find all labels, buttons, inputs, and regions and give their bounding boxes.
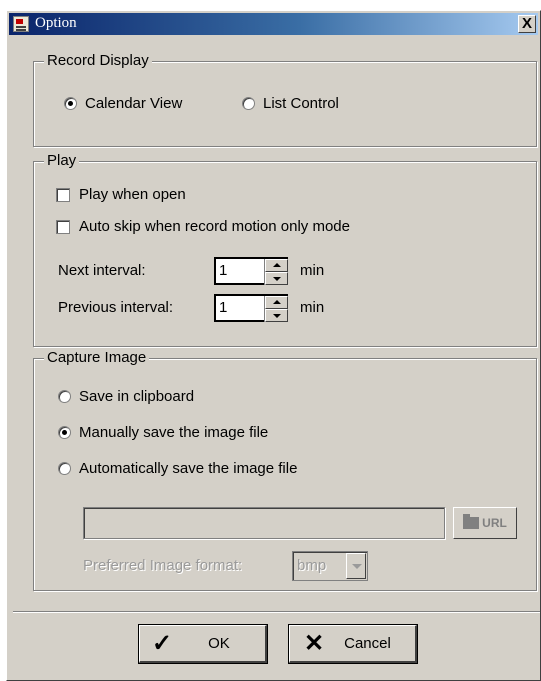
ok-button-label: OK [208,635,230,652]
radio-auto-save[interactable]: Automatically save the image file [58,460,297,477]
record-display-legend: Record Display [44,52,152,70]
radio-auto-save-indicator[interactable] [58,462,71,475]
radio-calendar-view[interactable]: Calendar View [64,95,182,112]
checkbox-auto-skip-box[interactable] [56,219,70,234]
divider [13,611,540,613]
close-button[interactable]: X [518,15,536,33]
folder-icon [463,514,480,529]
capture-image-legend: Capture Image [44,349,150,367]
previous-interval-down-arrow-icon[interactable] [265,309,288,322]
checkbox-play-when-open[interactable]: Play when open [56,186,186,203]
radio-calendar-view-label: Calendar View [85,95,183,112]
radio-list-control-indicator[interactable] [242,97,255,110]
radio-save-clipboard-label: Save in clipboard [79,388,195,405]
app-icon [13,16,29,32]
chevron-down-icon[interactable] [346,553,366,579]
radio-manual-save-indicator[interactable] [58,426,71,439]
previous-interval-spinner[interactable]: 1 [214,294,288,322]
next-interval-label: Next interval: [58,262,146,279]
radio-list-control[interactable]: List Control [242,95,339,112]
ok-button[interactable]: ✓ OK [138,624,268,664]
next-interval-value[interactable]: 1 [219,262,227,279]
image-format-value[interactable]: bmp [297,557,326,574]
next-interval-unit: min [300,262,325,279]
url-button-label: URL [482,516,507,530]
checkbox-play-when-open-box[interactable] [56,187,70,202]
play-legend: Play [44,152,80,170]
radio-auto-save-label: Automatically save the image file [79,460,298,477]
next-interval-spinner[interactable]: 1 [214,257,288,285]
next-interval-up-arrow-icon[interactable] [265,259,288,272]
radio-manual-save[interactable]: Manually save the image file [58,424,268,441]
radio-save-clipboard[interactable]: Save in clipboard [58,388,194,405]
play-group: Play Play when open Auto skip when recor… [33,152,537,347]
previous-interval-unit: min [300,299,325,316]
radio-list-control-label: List Control [263,95,339,112]
record-display-group: Record Display Calendar View List Contro… [33,52,537,147]
cancel-button[interactable]: ✕ Cancel [288,624,418,664]
image-format-label: Preferred Image format: [83,557,243,574]
checkbox-play-when-open-label: Play when open [79,186,186,203]
save-path-input[interactable] [83,507,445,539]
checkbox-auto-skip[interactable]: Auto skip when record motion only mode [56,218,350,235]
previous-interval-value[interactable]: 1 [219,299,227,316]
previous-interval-up-arrow-icon[interactable] [265,296,288,309]
next-interval-down-arrow-icon[interactable] [265,272,288,285]
url-browse-button[interactable]: URL [453,507,517,539]
title-bar[interactable]: Option X [9,13,538,35]
checkmark-icon: ✓ [152,629,173,657]
option-dialog: Option X Record Display Calendar View Li… [6,10,541,681]
dialog-title: Option [35,15,77,31]
checkbox-auto-skip-label: Auto skip when record motion only mode [79,218,350,235]
radio-calendar-view-indicator[interactable] [64,97,77,110]
radio-manual-save-label: Manually save the image file [79,424,269,441]
cancel-button-label: Cancel [344,635,391,652]
radio-save-clipboard-indicator[interactable] [58,390,71,403]
image-format-select[interactable]: bmp [292,551,368,581]
previous-interval-label: Previous interval: [58,299,174,316]
x-icon: ✕ [304,629,325,657]
